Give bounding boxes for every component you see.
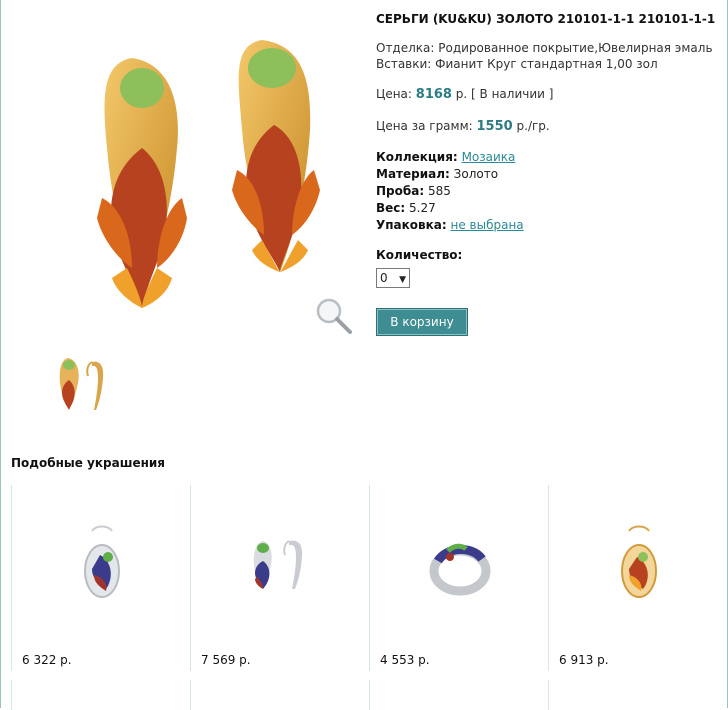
price-row: Цена: 8168 р. [ В наличии ] <box>376 86 721 103</box>
silver-pendant-icon <box>62 523 142 607</box>
silver-earrings-icon <box>241 523 321 607</box>
material-value: Золото <box>453 167 499 181</box>
assay-value: 585 <box>427 184 451 198</box>
price-value: 8168 <box>415 87 452 102</box>
similar-item-price: 7 569 р. <box>201 653 251 667</box>
packaging-label: Упаковка: <box>376 218 447 232</box>
add-to-cart-button[interactable]: В корзину <box>376 308 468 336</box>
product-properties: Коллекция: Мозаика Материал: Золото Проб… <box>376 149 721 234</box>
inserts-row: Вставки: Фианит Круг стандартная 1,00 зо… <box>376 56 721 72</box>
finish-label: Отделка: <box>376 41 435 55</box>
similar-item-2[interactable]: 7 569 р. <box>190 485 369 671</box>
quantity-label: Количество: <box>376 248 463 262</box>
quantity-select[interactable]: 0 ▼ <box>376 268 410 288</box>
similar-item-1[interactable]: 6 322 р. <box>11 485 190 671</box>
collection-row: Коллекция: Мозаика <box>376 149 721 166</box>
inserts-value: Фианит Круг стандартная 1,00 зол <box>435 57 658 71</box>
inserts-label: Вставки: <box>376 57 432 71</box>
packaging-row: Упаковка: не выбрана <box>376 217 721 234</box>
product-main-image[interactable] <box>30 14 360 334</box>
similar-item-row2-3 <box>369 680 548 710</box>
per-gram-row: Цена за грамм: 1550 р./гр. <box>376 118 721 135</box>
product-info: СЕРЬГИ (KU&KU) ЗОЛОТО 210101-1-1 210101-… <box>376 12 721 336</box>
material-row: Материал: Золото <box>376 166 721 183</box>
weight-row: Вес: 5.27 <box>376 200 721 217</box>
packaging-link[interactable]: не выбрана <box>451 218 524 232</box>
price-label: Цена: <box>376 87 412 101</box>
material-label: Материал: <box>376 167 450 181</box>
collection-link[interactable]: Мозаика <box>462 150 516 164</box>
similar-item-4[interactable]: 6 913 р. <box>548 485 727 671</box>
quantity-value: 0 <box>380 271 388 285</box>
assay-label: Проба: <box>376 184 425 198</box>
silver-ring-icon <box>420 523 500 607</box>
per-gram-value: 1550 <box>476 119 513 134</box>
product-thumbnail[interactable] <box>50 352 118 414</box>
similar-item-row2-4 <box>548 680 727 710</box>
finish-row: Отделка: Родированное покрытие,Ювелирная… <box>376 40 721 56</box>
per-gram-suffix: р./гр. <box>516 119 550 133</box>
price-suffix: р. [ В наличии ] <box>455 87 554 101</box>
finish-value: Родированное покрытие,Ювелирная эмаль <box>438 41 713 55</box>
similar-item-3[interactable]: 4 553 р. <box>369 485 548 671</box>
earrings-thumbnail-icon <box>59 358 104 410</box>
similar-grid: 6 322 р. 7 569 р. 4 553 р. 6 913 р. <box>11 485 728 710</box>
collection-label: Коллекция: <box>376 150 458 164</box>
assay-row: Проба: 585 <box>376 183 721 200</box>
gold-pendant-icon <box>599 523 679 607</box>
similar-item-row2-2 <box>190 680 369 710</box>
per-gram-label: Цена за грамм: <box>376 119 473 133</box>
similar-item-price: 6 322 р. <box>22 653 72 667</box>
similar-item-price: 6 913 р. <box>559 653 609 667</box>
product-title: СЕРЬГИ (KU&KU) ЗОЛОТО 210101-1-1 210101-… <box>376 12 716 26</box>
earrings-image <box>97 40 320 308</box>
weight-label: Вес: <box>376 201 406 215</box>
page-border-left <box>0 0 1 708</box>
similar-item-row2-1 <box>11 680 190 710</box>
similar-item-price: 4 553 р. <box>380 653 430 667</box>
chevron-down-icon: ▼ <box>399 275 406 285</box>
weight-value: 5.27 <box>409 201 436 215</box>
zoom-magnifier-icon[interactable] <box>314 296 354 336</box>
similar-section-title: Подобные украшения <box>11 456 166 470</box>
